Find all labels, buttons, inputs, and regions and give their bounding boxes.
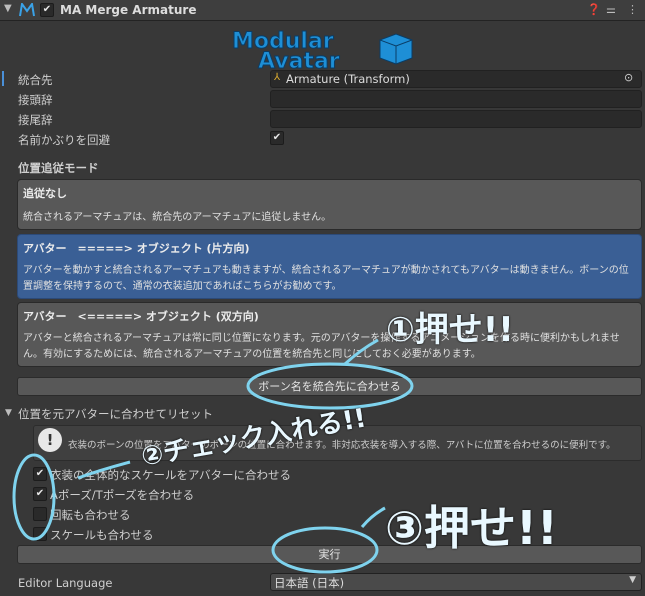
merge-target-label: 統合先: [18, 73, 53, 87]
mode-option-title: アバター =====> オブジェクト (片方向): [23, 242, 250, 255]
mode-option-two-way[interactable]: アバター <=====> オブジェクト (双方向) アバターと統合されるアーマチ…: [17, 302, 642, 367]
foldout-arrow-icon[interactable]: ▼: [4, 3, 12, 14]
annotation-step1: ①押せ!!: [386, 310, 514, 350]
annotation-step3: ③押せ!!: [385, 501, 558, 555]
merge-target-value: Armature (Transform): [286, 72, 410, 86]
editor-language-label: Editor Language: [18, 576, 113, 590]
modified-marker: [2, 71, 4, 86]
match-pose-checkbox[interactable]: ✔: [33, 487, 47, 501]
match-scale-checkbox[interactable]: ✔: [33, 467, 47, 481]
mode-section-label: 位置追従モード: [18, 161, 99, 175]
mode-option-desc: アバターを動かすと統合されるアーマチュアも動きますが、統合されるアーマチュアが動…: [23, 265, 629, 292]
chevron-down-icon: ▼: [629, 575, 636, 585]
match-full-scale-label: スケールも合わせる: [50, 528, 154, 542]
editor-language-value: 日本語 (日本): [274, 576, 345, 590]
mode-option-desc: アバターと統合されるアーマチュアは常に同じ位置になります。元のアバターを操作する…: [23, 333, 620, 360]
suffix-input[interactable]: [270, 110, 642, 128]
prefix-input[interactable]: [270, 90, 642, 108]
prefix-label: 接頭辞: [18, 93, 53, 107]
component-title: MA Merge Armature: [60, 3, 197, 17]
match-bone-names-button[interactable]: ボーン名を統合先に合わせる: [17, 377, 642, 396]
suffix-label: 接尾辞: [18, 113, 53, 127]
mode-option-desc: 統合されるアーマチュアは、統合先のアーマチュアに追従しません。: [23, 212, 332, 223]
reset-foldout-arrow-icon[interactable]: ▼: [5, 408, 12, 418]
avoid-name-collision-label: 名前かぶりを回避: [18, 133, 110, 147]
modular-avatar-logo: Modular Avatar: [232, 29, 413, 70]
more-options-icon[interactable]: ⋮: [627, 3, 638, 16]
mode-option-one-way[interactable]: アバター =====> オブジェクト (片方向) アバターを動かすと統合されるア…: [17, 234, 642, 299]
match-rotation-checkbox[interactable]: [33, 507, 47, 521]
transform-icon: ⅄: [274, 72, 281, 83]
mode-option-title: アバター <=====> オブジェクト (双方向): [23, 310, 259, 323]
help-icon[interactable]: ❓: [587, 3, 601, 16]
avoid-name-collision-checkbox[interactable]: ✔: [270, 131, 284, 145]
match-scale-label: 衣装の全体的なスケールをアバターに合わせる: [50, 468, 292, 482]
presets-icon[interactable]: ⚌: [606, 3, 616, 16]
logo-line2: Avatar: [258, 49, 340, 70]
mode-option-none[interactable]: 追従なし 統合されるアーマチュアは、統合先のアーマチュアに追従しません。: [17, 179, 642, 230]
merge-armature-icon: [19, 3, 35, 17]
match-rotation-label: 回転も合わせる: [50, 508, 131, 522]
match-pose-label: Aポーズ/Tポーズを合わせる: [50, 488, 195, 502]
info-icon: !: [38, 428, 62, 452]
editor-language-dropdown[interactable]: 日本語 (日本) ▼: [270, 573, 642, 591]
object-picker-icon[interactable]: ⊙: [624, 71, 633, 84]
match-full-scale-checkbox[interactable]: [33, 527, 47, 541]
reset-section-label: 位置を元アバターに合わせてリセット: [18, 407, 214, 421]
mode-option-title: 追従なし: [23, 187, 67, 200]
component-enabled-checkbox[interactable]: ✔: [40, 3, 54, 17]
